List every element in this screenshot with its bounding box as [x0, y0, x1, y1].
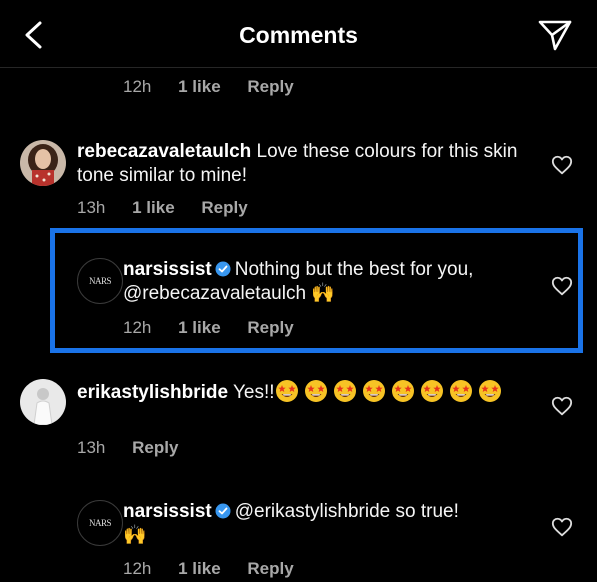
comment-text: rebecazavaletaulch Love these colours fo… — [77, 140, 527, 188]
comment-text: narsissist @erikastylishbride so true! 🙌 — [123, 500, 543, 548]
heart-icon[interactable] — [551, 275, 573, 297]
raising-hands-emoji: 🙌 — [123, 525, 147, 546]
comment-likes[interactable]: 1 like — [178, 77, 221, 97]
mention-link[interactable]: @rebecazavaletaulch — [123, 283, 306, 304]
reply-button[interactable]: Reply — [201, 198, 247, 218]
star-struck-emoji — [304, 380, 327, 402]
comment-likes[interactable]: 1 like — [178, 318, 221, 338]
avatar[interactable]: NARS — [77, 500, 123, 546]
reply-button[interactable]: Reply — [247, 77, 293, 97]
reply-button[interactable]: Reply — [247, 318, 293, 338]
reply-button[interactable]: Reply — [132, 438, 178, 458]
comment-text: narsissist Nothing but the best for you, … — [123, 258, 543, 306]
avatar[interactable]: NARS — [77, 258, 123, 304]
comment-time: 12h — [123, 559, 152, 578]
comment-username[interactable]: rebecazavaletaulch — [77, 141, 251, 162]
avatar[interactable] — [20, 140, 66, 186]
comment-time: 12h — [123, 77, 152, 96]
comment-meta: 13h Reply — [77, 438, 200, 458]
comment-username[interactable]: narsissist — [123, 259, 212, 280]
star-struck-emoji-row — [275, 380, 507, 403]
comment-body: Yes!! — [232, 382, 275, 403]
star-struck-emoji — [478, 380, 501, 402]
comment-text: erikastylishbride Yes!! — [77, 379, 527, 405]
heart-icon[interactable] — [551, 516, 573, 538]
comment-body: Nothing but the best for you, — [234, 259, 474, 280]
comment-likes[interactable]: 1 like — [132, 198, 175, 218]
heart-icon[interactable] — [551, 395, 573, 417]
star-struck-emoji — [362, 380, 385, 402]
comment-username[interactable]: erikastylishbride — [77, 382, 228, 403]
star-struck-emoji — [275, 380, 298, 402]
star-struck-emoji — [333, 380, 356, 402]
avatar-logo-text: NARS — [88, 518, 112, 528]
avatar[interactable] — [20, 379, 66, 425]
comment-meta: 13h 1 like Reply — [77, 198, 270, 218]
page-title: Comments — [239, 22, 358, 48]
verified-icon — [215, 503, 231, 519]
comment-time: 12h — [123, 318, 152, 337]
comment-time: 13h — [77, 198, 106, 217]
avatar-photo — [20, 140, 66, 186]
comment-likes[interactable]: 1 like — [178, 559, 221, 579]
comment-meta: 12h 1 like Reply — [123, 559, 316, 579]
reply-button[interactable]: Reply — [247, 559, 293, 579]
mention-link[interactable]: @erikastylishbride — [235, 501, 391, 522]
star-struck-emoji — [391, 380, 414, 402]
comment-username[interactable]: narsissist — [123, 501, 212, 522]
comment-body: so true! — [395, 501, 459, 522]
star-struck-emoji — [449, 380, 472, 402]
avatar-photo — [20, 379, 66, 425]
header-bar: Comments — [0, 0, 597, 68]
comment-meta: 12h 1 like Reply — [123, 318, 316, 338]
raising-hands-emoji: 🙌 — [311, 283, 335, 304]
star-struck-emoji — [420, 380, 443, 402]
comment-time: 13h — [77, 438, 106, 457]
send-icon[interactable] — [537, 18, 573, 52]
avatar-logo-text: NARS — [88, 276, 112, 286]
verified-icon — [215, 261, 231, 277]
previous-comment-meta: 12h 1 like Reply — [123, 77, 316, 97]
heart-icon[interactable] — [551, 154, 573, 176]
